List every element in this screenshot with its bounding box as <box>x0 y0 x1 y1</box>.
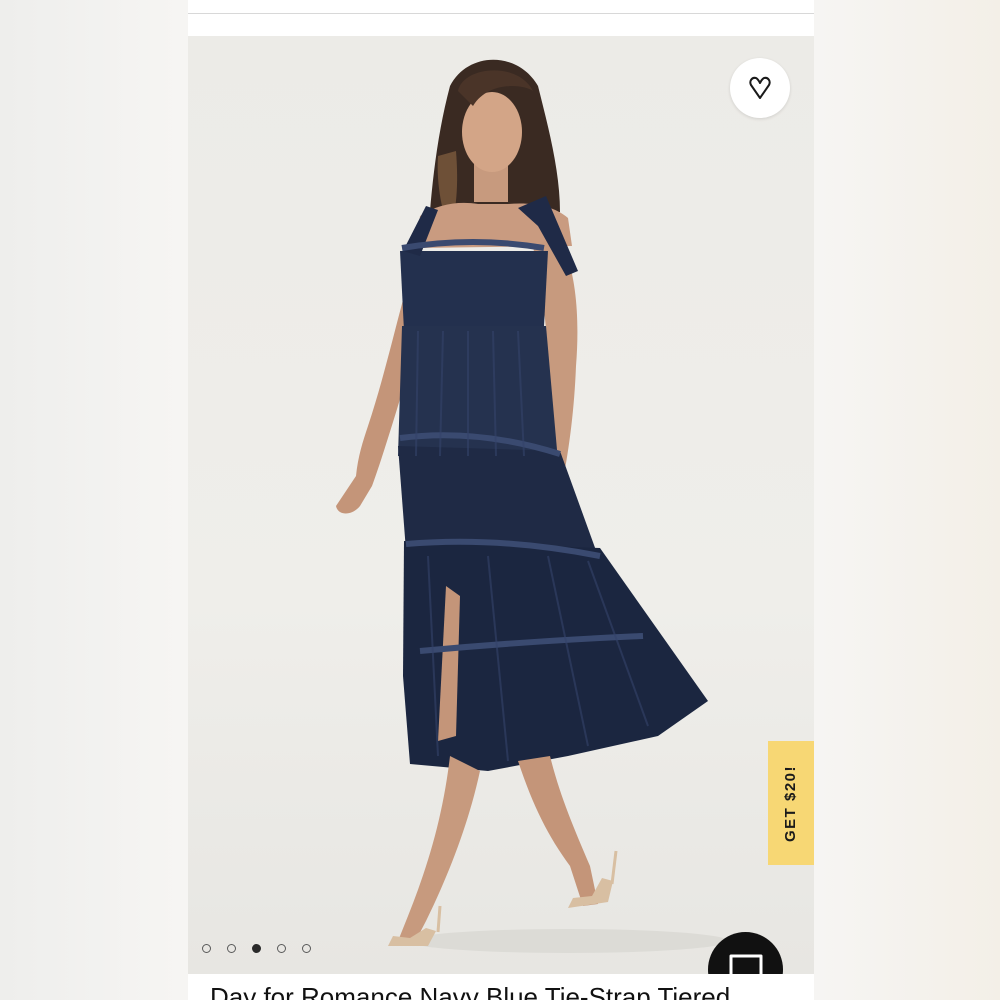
gallery-dot[interactable] <box>277 944 286 953</box>
gallery-dot-active[interactable] <box>252 944 261 953</box>
gallery-dot[interactable] <box>202 944 211 953</box>
gallery-dot[interactable] <box>302 944 311 953</box>
promo-tab[interactable]: GET $20! <box>768 741 814 865</box>
product-image-gallery[interactable]: GET $20! <box>188 36 814 974</box>
product-photo <box>336 59 728 953</box>
gallery-dot[interactable] <box>227 944 236 953</box>
product-title: Day for Romance Navy Blue Tie-Strap Tier… <box>210 982 731 1000</box>
wishlist-button[interactable] <box>730 58 790 118</box>
mobile-viewport: GET $20! Day for Romance Navy Blue Tie-S… <box>188 0 814 1000</box>
heart-icon <box>749 76 771 99</box>
chat-bubble-icon <box>729 954 762 974</box>
promo-label: GET $20! <box>782 764 800 842</box>
gallery-pagination <box>202 944 311 953</box>
top-bar <box>188 0 814 14</box>
